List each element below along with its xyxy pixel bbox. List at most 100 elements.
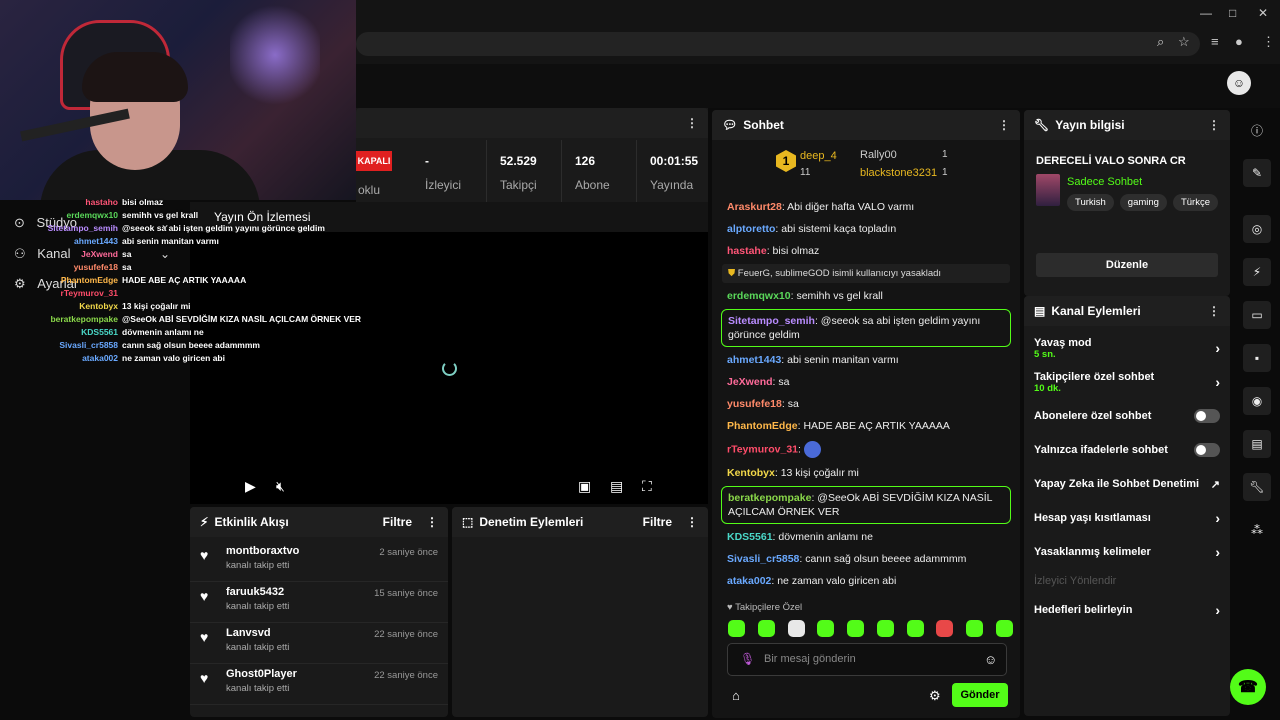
theater-icon[interactable]: ▤: [610, 478, 623, 495]
slow-mode-row[interactable]: Yavaş mod 5 sn. ›: [1024, 334, 1230, 362]
chat-icon[interactable]: ▪: [1243, 344, 1271, 372]
list-item[interactable]: ♥ montboraxtvo kanalı takip etti 2 saniye ö…: [190, 541, 448, 582]
wrench-icon[interactable]: 🔧︎: [1243, 473, 1271, 501]
overlay-chat-message: dövmenin anlamı ne: [122, 327, 204, 337]
more-icon[interactable]: ⋮: [686, 515, 698, 529]
more-icon[interactable]: ⋮: [1208, 304, 1220, 318]
banned-words-row[interactable]: Yasaklanmış kelimeler ›: [1024, 542, 1230, 562]
tag-chip[interactable]: Türkçe: [1172, 194, 1219, 211]
emote-icon[interactable]: [817, 620, 835, 637]
overlay-chat-message: canın sağ olsun beeee adammmm: [122, 340, 260, 350]
mute-icon[interactable]: 🔇︎: [276, 478, 285, 495]
chat-username[interactable]: Araskurt28: [727, 201, 782, 213]
layout-icon[interactable]: ▤: [1243, 430, 1271, 458]
chat-username[interactable]: PhantomEdge: [727, 420, 798, 432]
emote-icon[interactable]: [966, 620, 984, 637]
pencil-icon[interactable]: ✎: [1243, 159, 1271, 187]
leaderboard-first[interactable]: deep_4: [800, 150, 837, 162]
emote-icon[interactable]: [876, 620, 894, 637]
heart-icon: ♥: [200, 629, 209, 645]
chat-messages: Araskurt28: Abi diğer hafta VALO varmı al…: [712, 196, 1020, 596]
mic-icon[interactable]: 🎙︎: [740, 652, 755, 666]
chat-icon: 💬︎: [722, 118, 738, 132]
emote-icon[interactable]: [728, 620, 745, 637]
list-item[interactable]: ♥ Lanvsvd kanalı takip etti 22 saniye önce: [190, 623, 448, 664]
emote-icon[interactable]: [906, 620, 924, 637]
help-button[interactable]: ☎︎: [1230, 669, 1266, 705]
leaderboard-second[interactable]: Rally00: [860, 149, 897, 161]
mod-filter-button[interactable]: Filtre: [643, 515, 672, 529]
tag-chip[interactable]: Turkish: [1067, 194, 1114, 211]
info-icon[interactable]: ⓘ: [1243, 116, 1271, 144]
camera-icon[interactable]: ◎: [1243, 215, 1271, 243]
emote-icon[interactable]: [757, 620, 775, 637]
list-item[interactable]: ♥ faruuk5432 kanalı takip etti 15 saniye ön…: [190, 582, 448, 623]
goals-row[interactable]: Hedefleri belirleyin ›: [1024, 600, 1230, 620]
settings-icon[interactable]: ⁂: [1243, 516, 1271, 544]
age-restriction-row[interactable]: Hesap yaşı kısıtlaması ›: [1024, 508, 1230, 528]
chat-username[interactable]: Sitetampo_semih: [728, 315, 815, 327]
chat-username[interactable]: rTeymurov_31: [727, 443, 798, 455]
document-icon[interactable]: ▭: [1243, 301, 1271, 329]
address-bar[interactable]: [356, 32, 1200, 56]
leaderboard-third[interactable]: blackstone3231: [860, 167, 937, 179]
fullscreen-icon[interactable]: ⛶: [642, 478, 652, 495]
send-button[interactable]: Gönder: [952, 683, 1008, 707]
leaderboard-first-count: 11: [800, 167, 811, 178]
chat-message: Sivasli_cr5858: canın sağ olsun beeee ad…: [727, 553, 967, 565]
emote-chat-label: Yalnızca ifadelerle sohbet: [1034, 444, 1168, 456]
emoji-icon[interactable]: ☺: [984, 652, 997, 667]
chat-username[interactable]: KDS5561: [727, 531, 773, 543]
ai-moderation-row[interactable]: Yapay Zeka ile Sohbet Denetimi ↗: [1024, 474, 1230, 494]
gear-icon[interactable]: ⚙: [929, 688, 941, 704]
chat-username[interactable]: beratkepompake: [728, 492, 811, 504]
playlist-icon[interactable]: ≡: [1211, 34, 1219, 49]
profile-icon[interactable]: ●: [1235, 34, 1243, 49]
emote-chat-toggle[interactable]: [1194, 443, 1220, 457]
chat-message: ataka002: ne zaman valo giricen abi: [727, 575, 897, 587]
emote-icon[interactable]: [936, 620, 954, 637]
chat-username[interactable]: ahmet1443: [727, 354, 781, 366]
broadcast-icon[interactable]: ◉: [1243, 387, 1271, 415]
chat-username[interactable]: hastahe: [727, 245, 767, 257]
menu-icon[interactable]: ⋮: [1262, 34, 1275, 50]
chat-message: Sitetampo_semih: @seeok sa abi işten gel…: [721, 309, 1011, 347]
zoom-icon[interactable]: ⌕: [1157, 34, 1164, 50]
minimize-icon[interactable]: —: [1200, 6, 1212, 20]
maximize-icon[interactable]: □: [1229, 6, 1236, 20]
emote-icon[interactable]: [995, 620, 1013, 637]
event-time: 22 saniye önce: [374, 629, 438, 640]
chat-username[interactable]: ataka002: [727, 575, 771, 587]
emote-icon[interactable]: [847, 620, 865, 637]
chat-username[interactable]: Sivasli_cr5858: [727, 553, 799, 565]
more-icon[interactable]: ⋮: [1208, 118, 1220, 132]
more-icon[interactable]: ⋮: [426, 515, 438, 529]
lightning-icon[interactable]: ⚡︎: [1243, 258, 1271, 286]
chevron-right-icon: ›: [1215, 340, 1220, 356]
more-icon[interactable]: ⋮: [686, 116, 698, 130]
chat-username[interactable]: JeXwend: [727, 376, 773, 388]
chat-input[interactable]: 🎙︎ Bir mesaj gönderin ☺: [727, 643, 1007, 676]
category-link[interactable]: Sadece Sohbet: [1067, 176, 1142, 188]
subs-chat-toggle[interactable]: [1194, 409, 1220, 423]
chat-username[interactable]: yusufefe18: [727, 398, 782, 410]
edit-button[interactable]: Düzenle: [1036, 253, 1218, 277]
slow-mode-label: Yavaş mod: [1034, 336, 1092, 349]
emote-icon[interactable]: [787, 620, 805, 637]
overlay-chat-message: @SeeOk ABİ SEVDİĞİM KIZA NASİL AÇILCAM Ö…: [122, 314, 362, 324]
more-icon[interactable]: ⋮: [998, 118, 1010, 132]
close-icon[interactable]: ✕: [1258, 6, 1268, 20]
store-icon[interactable]: ⌂: [732, 688, 740, 703]
pip-icon[interactable]: ▣: [578, 478, 591, 495]
followers-only-label: ♥ Takipçilere Özel: [727, 602, 803, 613]
tag-chip[interactable]: gaming: [1119, 194, 1167, 211]
chat-username[interactable]: erdemqwx10: [727, 290, 791, 302]
chat-username[interactable]: Kentobyx: [727, 467, 775, 479]
event-filter-button[interactable]: Filtre: [383, 515, 412, 529]
list-item[interactable]: ♥ Ghost0Player kanalı takip etti 22 saniye …: [190, 664, 448, 705]
followers-chat-row[interactable]: Takipçilere özel sohbet 10 dk. ›: [1024, 368, 1230, 396]
star-icon[interactable]: ☆: [1178, 34, 1190, 50]
play-icon[interactable]: ▶: [245, 478, 256, 495]
chat-username[interactable]: alptoretto: [727, 223, 775, 235]
avatar[interactable]: ☺: [1227, 71, 1251, 95]
